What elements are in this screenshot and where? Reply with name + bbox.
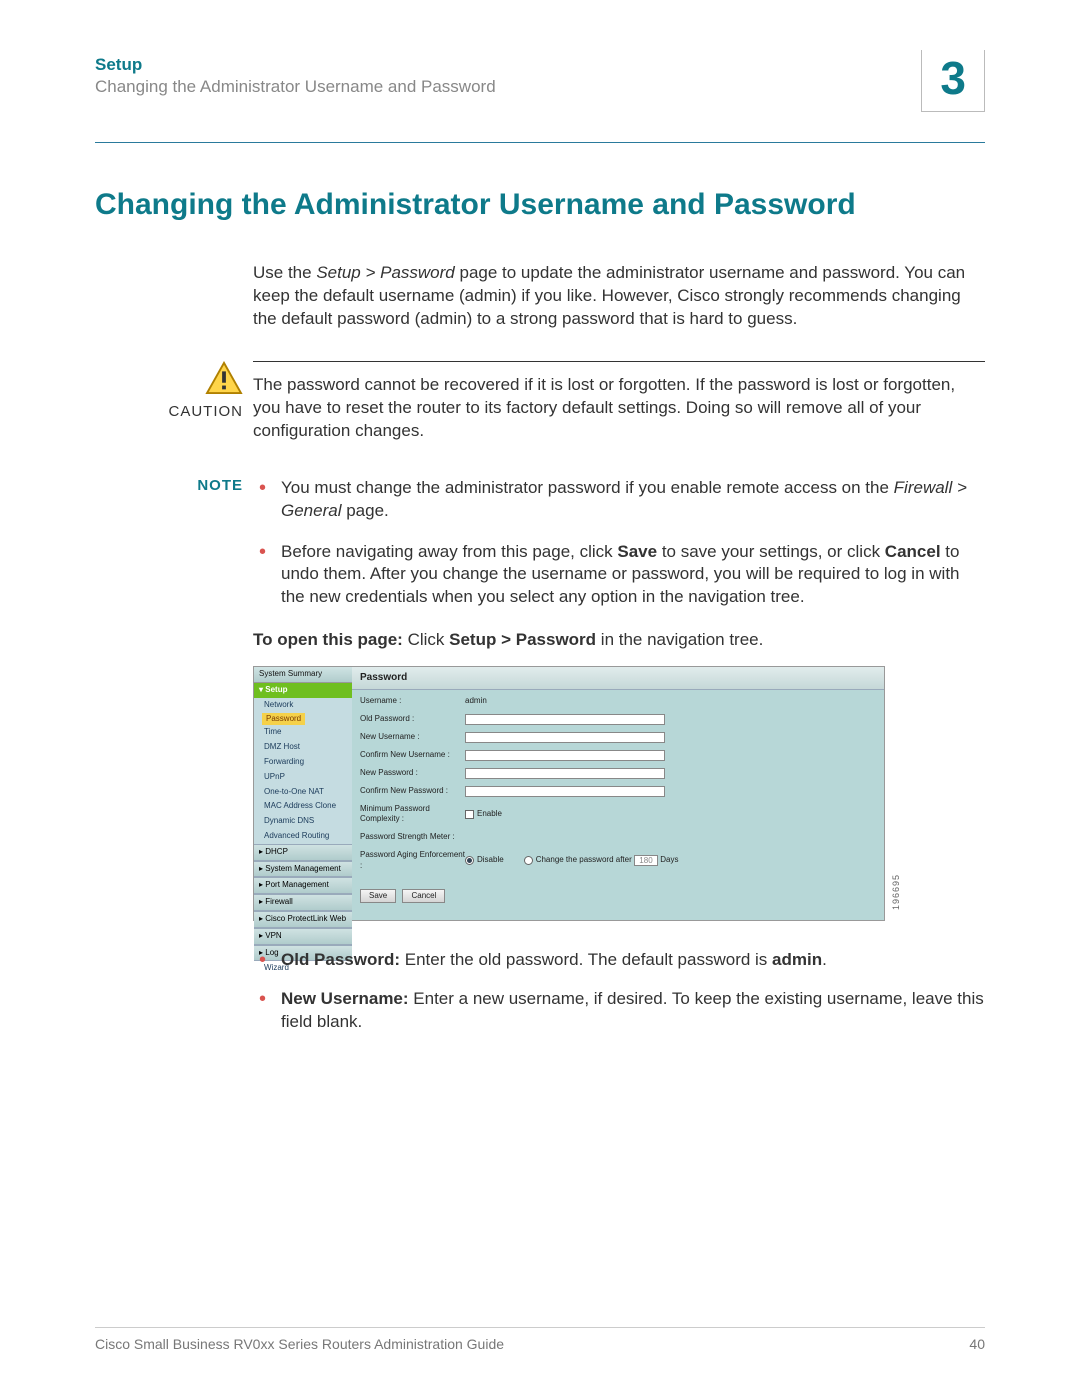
image-id: 196695 [890, 874, 902, 910]
save-button[interactable]: Save [360, 889, 396, 904]
sidebar-item-network[interactable]: Network [254, 698, 352, 713]
sidebar-group-setup[interactable]: ▾ Setup [254, 683, 352, 698]
new-password-input[interactable] [465, 768, 665, 779]
field-descriptions: Old Password: Enter the old password. Th… [253, 949, 985, 1034]
sidebar-item-system-summary[interactable]: System Summary [254, 667, 352, 683]
aging-change-after-radio[interactable] [524, 856, 533, 865]
sidebar-group-system-management[interactable]: ▸ System Management [254, 861, 352, 878]
enable-complexity-checkbox[interactable] [465, 810, 474, 819]
open-page-line: To open this page: Click Setup > Passwor… [253, 629, 985, 652]
username-label: Username : [360, 696, 465, 707]
panel-title: Password [352, 667, 884, 690]
aging-disable-radio[interactable] [465, 856, 474, 865]
field-desc-item: New Username: Enter a new username, if d… [253, 988, 985, 1034]
sidebar-item-password[interactable]: Password [262, 713, 305, 726]
note-item: Before navigating away from this page, c… [253, 541, 985, 610]
new-password-label: New Password : [360, 768, 465, 779]
caution-label: CAUTION [95, 403, 243, 420]
new-username-label: New Username : [360, 732, 465, 743]
sidebar-group-protectlink[interactable]: ▸ Cisco ProtectLink Web [254, 911, 352, 928]
intro-path: Setup > Password [316, 263, 454, 282]
strength-meter-label: Password Strength Meter : [360, 832, 465, 843]
confirm-password-input[interactable] [465, 786, 665, 797]
footer-title: Cisco Small Business RV0xx Series Router… [95, 1336, 504, 1352]
header-subtitle: Changing the Administrator Username and … [95, 77, 496, 97]
note-list: You must change the administrator passwo… [253, 477, 985, 610]
header-section: Setup [95, 55, 496, 75]
note-item: You must change the administrator passwo… [253, 477, 985, 523]
sidebar-item-advanced-routing[interactable]: Advanced Routing [254, 829, 352, 844]
sidebar-item-upnp[interactable]: UPnP [254, 770, 352, 785]
sidebar-item-time[interactable]: Time [254, 725, 352, 740]
chapter-number: 3 [940, 55, 966, 101]
running-header: Setup Changing the Administrator Usernam… [95, 55, 985, 143]
note-block: NOTE You must change the administrator p… [95, 477, 985, 1050]
sidebar-group-firewall[interactable]: ▸ Firewall [254, 894, 352, 911]
cancel-button[interactable]: Cancel [402, 889, 445, 904]
sidebar-group-dhcp[interactable]: ▸ DHCP [254, 844, 352, 861]
confirm-username-label: Confirm New Username : [360, 750, 465, 761]
aging-label: Password Aging Enforcement : [360, 850, 465, 872]
new-username-input[interactable] [465, 732, 665, 743]
username-value: admin [465, 696, 487, 707]
footer-page-number: 40 [969, 1336, 985, 1352]
embedded-screenshot: System Summary ▾ Setup Network Password … [253, 666, 885, 921]
min-complexity-label: Minimum Password Complexity : [360, 804, 465, 826]
note-label: NOTE [95, 477, 243, 494]
confirm-password-label: Confirm New Password : [360, 786, 465, 797]
page-footer: Cisco Small Business RV0xx Series Router… [95, 1327, 985, 1352]
screenshot-sidebar: System Summary ▾ Setup Network Password … [254, 667, 352, 920]
old-password-label: Old Password : [360, 714, 465, 725]
sidebar-item-dmz-host[interactable]: DMZ Host [254, 740, 352, 755]
old-password-input[interactable] [465, 714, 665, 725]
caution-block: CAUTION The password cannot be recovered… [95, 361, 985, 443]
caution-icon [205, 361, 243, 395]
sidebar-item-forwarding[interactable]: Forwarding [254, 755, 352, 770]
sidebar-item-dynamic-dns[interactable]: Dynamic DNS [254, 814, 352, 829]
aging-days-input[interactable]: 180 [634, 855, 658, 866]
sidebar-item-mac-clone[interactable]: MAC Address Clone [254, 799, 352, 814]
intro-paragraph: Use the Setup > Password page to update … [253, 262, 985, 331]
field-desc-item: Old Password: Enter the old password. Th… [253, 949, 985, 972]
sidebar-group-vpn[interactable]: ▸ VPN [254, 928, 352, 945]
page-title: Changing the Administrator Username and … [95, 188, 985, 222]
chapter-number-box: 3 [921, 50, 985, 112]
caution-text: The password cannot be recovered if it i… [253, 361, 985, 443]
sidebar-group-port-management[interactable]: ▸ Port Management [254, 877, 352, 894]
sidebar-item-one-to-one-nat[interactable]: One-to-One NAT [254, 785, 352, 800]
confirm-username-input[interactable] [465, 750, 665, 761]
